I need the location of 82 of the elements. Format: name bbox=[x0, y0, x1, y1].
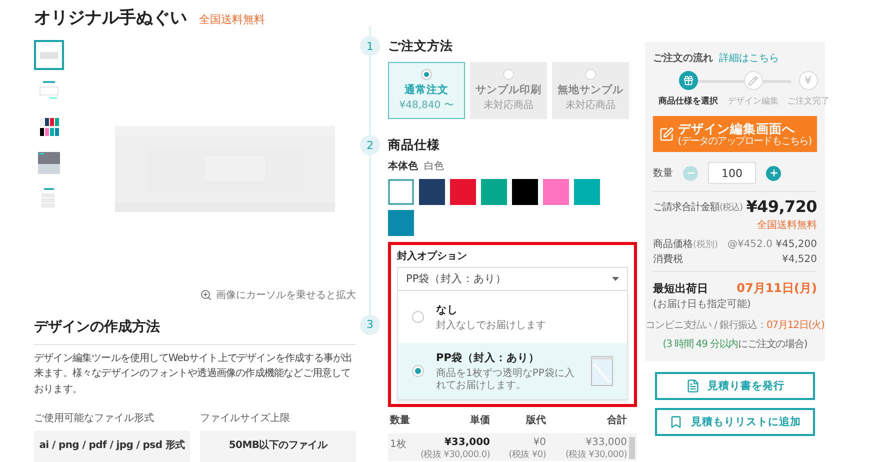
gift-icon bbox=[682, 75, 694, 86]
price-label: 商品価格 bbox=[653, 239, 693, 250]
price-label: 消費税 bbox=[653, 254, 683, 265]
step-number: 2 bbox=[360, 135, 380, 155]
details-link[interactable]: 詳細はこちら bbox=[719, 51, 779, 65]
column-header: 合計 bbox=[606, 414, 627, 428]
price-value: ¥45,200 bbox=[776, 239, 817, 250]
radio-button[interactable] bbox=[412, 311, 424, 323]
step-number: 1 bbox=[360, 36, 380, 56]
color-swatch[interactable] bbox=[388, 210, 414, 236]
stage-label: ご注文完了 bbox=[786, 95, 830, 107]
tax-note: (税別) bbox=[693, 240, 718, 250]
spec-value: 50MB以下のファイル bbox=[200, 431, 356, 462]
color-swatch[interactable] bbox=[543, 179, 569, 205]
packing-select[interactable]: PP袋（封入：あり） bbox=[397, 267, 628, 291]
thumbnail[interactable] bbox=[34, 40, 64, 70]
table-cell-text: (税抜 ¥30,000) bbox=[565, 448, 627, 461]
table-cell-text: (税抜 ¥30,000.0) bbox=[420, 448, 490, 461]
color-swatch[interactable] bbox=[481, 179, 507, 205]
bookmark-icon bbox=[669, 415, 683, 429]
pencil-icon bbox=[748, 76, 758, 86]
color-swatch[interactable] bbox=[574, 179, 600, 205]
step-heading: ご注文方法 bbox=[388, 37, 454, 55]
spec-label: ご使用可能なファイル形式 bbox=[34, 412, 155, 425]
color-swatch[interactable] bbox=[388, 179, 414, 205]
shipping-label: 最短出荷日 bbox=[653, 281, 708, 296]
table-cell: ¥33,000 bbox=[444, 437, 490, 448]
section-heading: デザインの作成方法 bbox=[34, 318, 356, 344]
bag-icon bbox=[591, 356, 613, 386]
shipping-note: (お届け日も指定可能) bbox=[653, 298, 752, 311]
option-label: 封入オプション bbox=[397, 249, 468, 263]
color-swatch[interactable] bbox=[450, 179, 476, 205]
stage-label: デザイン編集 bbox=[728, 96, 778, 107]
payment-date: 07月12日(火) bbox=[766, 320, 824, 331]
plus-icon bbox=[768, 168, 778, 178]
step-heading: 商品仕様 bbox=[388, 136, 441, 154]
document-icon bbox=[686, 379, 700, 393]
action-button[interactable]: 見積り書を発行 bbox=[655, 372, 815, 400]
column-header: 版代 bbox=[524, 414, 546, 428]
table-cell: ¥0 bbox=[533, 437, 546, 448]
unit-price: @¥452.0 bbox=[727, 239, 774, 250]
description-text: デザイン編集ツールを使用してWebサイト上でデザインを作成する事が出来ます。様々なデザインのフォントや透過画像の作成機能などご用意しております。 bbox=[34, 352, 354, 396]
tax-note: (税込) bbox=[720, 202, 743, 212]
spec-value: ai / png / pdf / jpg / psd 形式 bbox=[34, 431, 190, 462]
radio-button[interactable] bbox=[421, 69, 432, 80]
table-cell: ¥33,000 bbox=[586, 437, 627, 448]
color-value: 白色 bbox=[424, 160, 444, 173]
stage-label: 商品仕様を選択 bbox=[658, 95, 718, 107]
step-number: 3 bbox=[360, 314, 380, 334]
page-title: オリジナル手ぬぐい bbox=[34, 7, 187, 29]
quantity-field[interactable]: 100 bbox=[708, 162, 756, 184]
shipping-date: 07月11日(月) bbox=[736, 280, 817, 297]
caret-icon bbox=[612, 277, 619, 281]
dropdown-option[interactable]: なし 封入なしでお届けします bbox=[398, 291, 627, 343]
total-label: ご請求合計金額 bbox=[653, 202, 720, 212]
zoom-hint: 画像にカーソルを乗せると拡大 bbox=[216, 288, 356, 302]
column-header: 単価 bbox=[469, 414, 490, 428]
color-swatch[interactable] bbox=[512, 179, 538, 205]
table-cell-text: 1枚 bbox=[390, 438, 406, 451]
free-shipping-note: 全国送料無料 bbox=[757, 218, 817, 232]
quantity-label: 数量 bbox=[653, 167, 673, 180]
column-header: 数量 bbox=[390, 414, 411, 428]
design-editor-button[interactable]: デザイン編集画面へ (データのアップロードもこちら) bbox=[653, 116, 817, 152]
deadline-note: (3 時間 49 分以内にご注文の場合) bbox=[662, 338, 808, 351]
color-swatch[interactable] bbox=[419, 179, 445, 205]
dropdown-option[interactable]: PP袋（封入：あり） 商品を1枚ずつ透明なPP袋に入れてお届けします。 bbox=[398, 343, 627, 399]
total-amount: ¥49,720 bbox=[746, 197, 817, 216]
free-shipping-label: 全国送料無料 bbox=[199, 12, 265, 27]
increase-button[interactable] bbox=[766, 166, 781, 180]
edit-icon bbox=[658, 126, 674, 142]
scrollbar[interactable] bbox=[629, 437, 635, 459]
table-cell-text: (税抜 ¥0) bbox=[508, 448, 546, 461]
zoom-icon bbox=[200, 288, 212, 300]
order-method-option[interactable]: 通常注文 ¥48,840 〜 bbox=[388, 62, 465, 119]
flow-title: ご注文の流れ bbox=[653, 51, 713, 65]
action-button[interactable]: 見積もりリストに追加 bbox=[655, 408, 815, 436]
price-value: ¥4,520 bbox=[782, 254, 817, 265]
payment-label: コンビニ支払い / 銀行振込： bbox=[646, 320, 766, 331]
radio-button[interactable] bbox=[412, 365, 424, 377]
yen-symbol: ¥ bbox=[804, 74, 812, 87]
color-label: 本体色 bbox=[388, 160, 418, 173]
spec-label: ファイルサイズ上限 bbox=[200, 412, 291, 425]
